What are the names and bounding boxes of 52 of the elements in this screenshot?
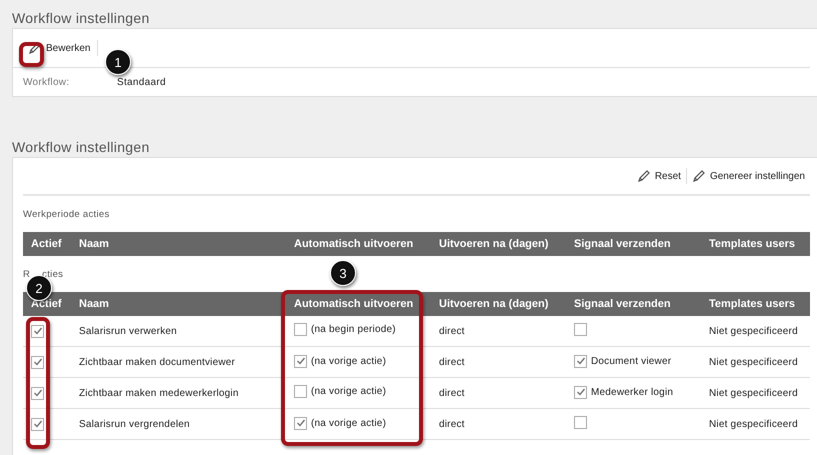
table-cell: Document viewer (591, 356, 672, 367)
checkbox[interactable] (294, 385, 307, 398)
checkbox[interactable] (574, 323, 587, 336)
field-value: Standaard (117, 76, 166, 88)
table-cell: Niet gespecificeerd (709, 356, 798, 368)
checkbox[interactable] (31, 356, 44, 368)
section-title: Workflow instellingen (11, 138, 151, 157)
table-cell: Niet gespecificeerd (709, 388, 798, 398)
checkbox[interactable] (31, 418, 44, 430)
column-header: Uitvoeren na (dagen) (431, 232, 566, 256)
table-cell: Zichtbaar maken documentviewer (79, 356, 236, 368)
table-cell: direct (439, 388, 465, 398)
table-cell: (na begin periode) (311, 324, 396, 335)
checkbox[interactable] (31, 324, 44, 338)
table-cell: Niet gespecificeerd (709, 326, 798, 336)
table-cell: Medewerker login (591, 386, 674, 398)
column-header: Signaal verzenden (566, 232, 701, 256)
checkbox[interactable] (574, 354, 587, 368)
column-header: Automatisch uitvoeren (286, 292, 431, 316)
pencil-icon (692, 169, 706, 183)
table-cell: Zichtbaar maken medewerkerlogin (79, 388, 239, 398)
generate-button[interactable]: Genereer instellingen (686, 169, 810, 183)
checkbox[interactable] (294, 323, 307, 336)
table-cell: Salarisrun vergrendelen (79, 418, 190, 430)
checkbox[interactable] (574, 416, 587, 429)
checkbox[interactable] (294, 354, 307, 368)
column-header: Uitvoeren na (dagen) (431, 292, 566, 316)
table-cell: direct (439, 356, 465, 368)
column-header: Actief (23, 232, 71, 256)
column-header: Naam (71, 232, 286, 256)
checkbox[interactable] (294, 416, 307, 430)
highlight-frame (19, 42, 44, 67)
column-header: Templates users (701, 292, 810, 316)
table-cell: direct (439, 418, 465, 430)
reset-button[interactable]: Reset (632, 169, 686, 183)
column-header: Signaal verzenden (566, 292, 701, 316)
pencil-icon (636, 169, 651, 183)
column-header: Templates users (701, 232, 810, 256)
edit-button[interactable]: Bewerken (23, 41, 96, 55)
section-label: Werkperiode acties (22, 208, 111, 222)
column-header: Naam (71, 292, 286, 316)
table-cell: (na vorige actie) (311, 386, 386, 397)
field-label: Workflow: (23, 76, 70, 88)
table-cell: (na vorige actie) (311, 418, 386, 429)
table-cell: direct (439, 326, 465, 336)
table-cell: Niet gespecificeerd (709, 418, 798, 430)
section-title: Workflow instellingen (11, 9, 151, 28)
checkbox[interactable] (31, 386, 44, 400)
checkbox[interactable] (574, 386, 587, 399)
column-header: Automatisch uitvoeren (286, 232, 431, 256)
table-cell: Salarisrun verwerken (79, 326, 177, 336)
table-cell: (na vorige actie) (311, 356, 386, 367)
